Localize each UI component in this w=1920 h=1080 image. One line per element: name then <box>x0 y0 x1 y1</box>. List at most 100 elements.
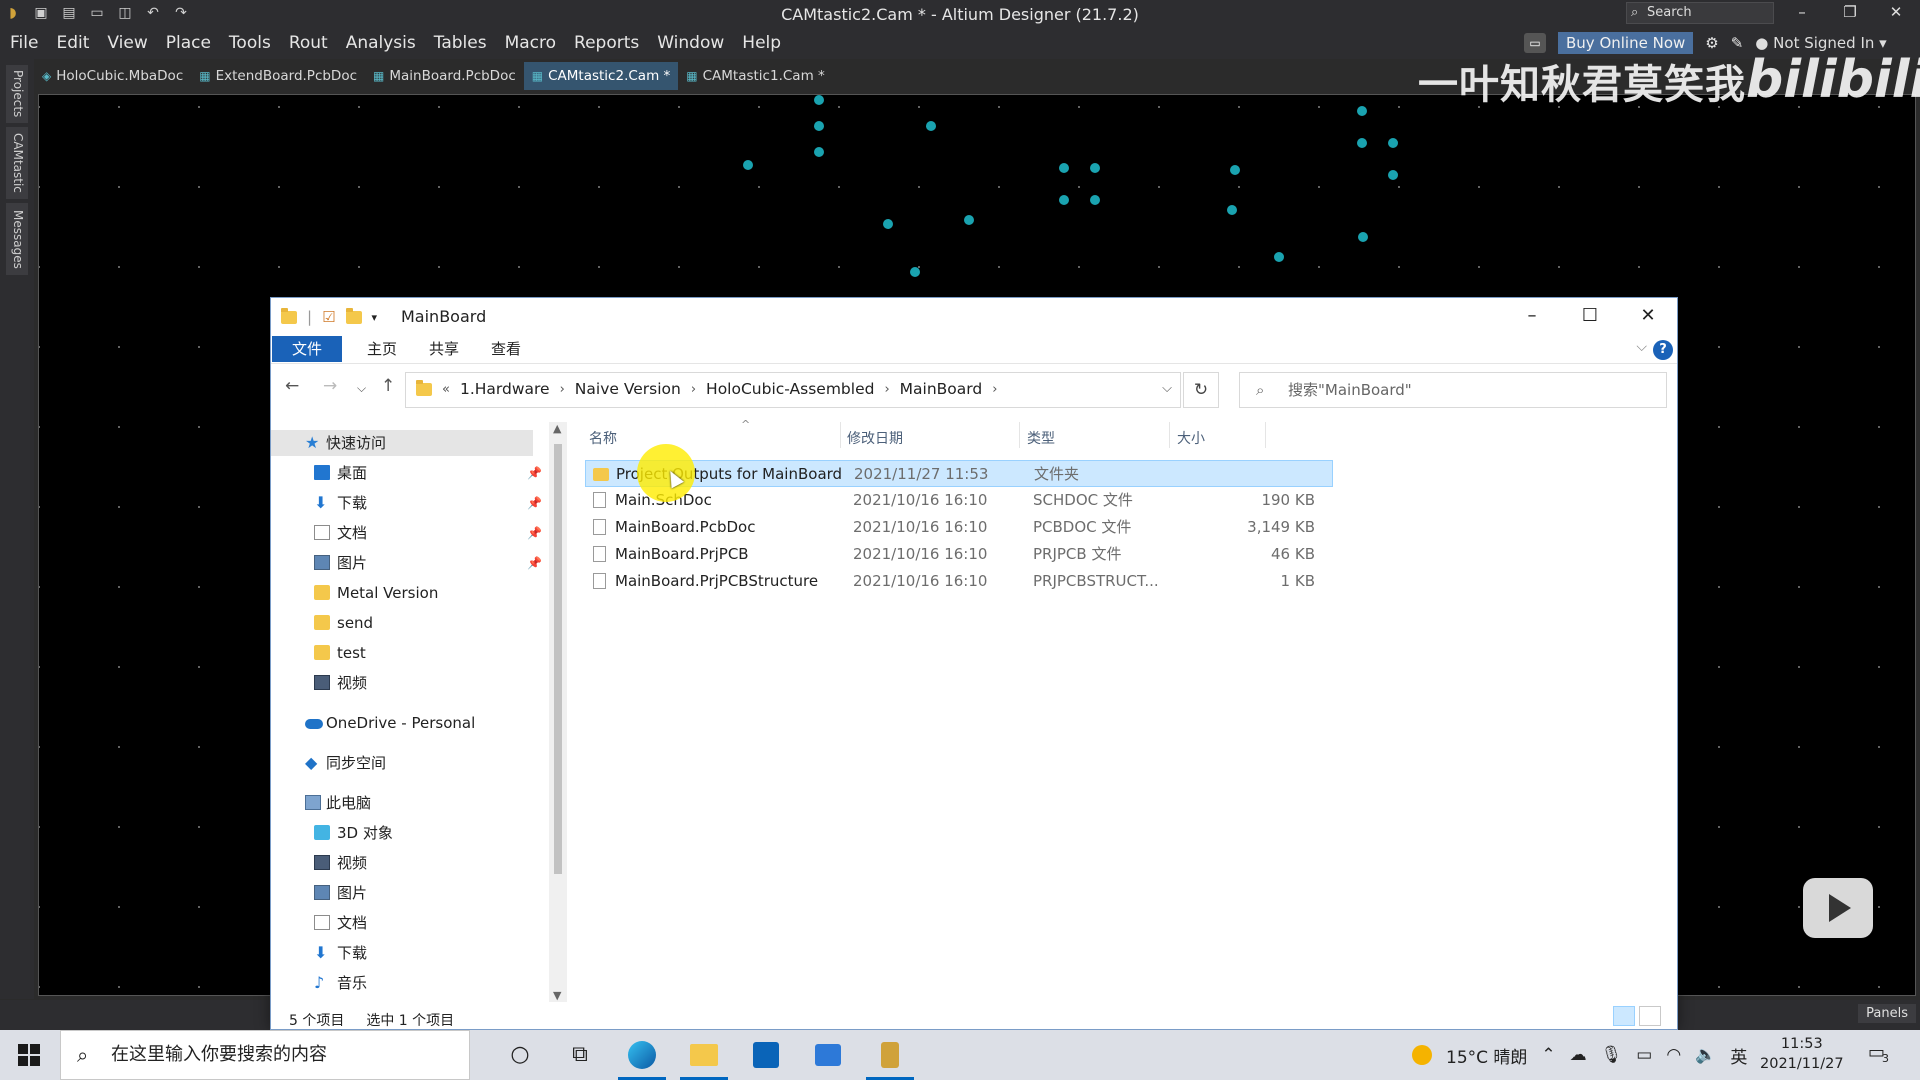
buy-online-button[interactable]: Buy Online Now <box>1558 32 1694 54</box>
folder-search-input[interactable]: ⌕ 搜索"MainBoard" <box>1239 372 1667 408</box>
nav-quick-access[interactable]: ★ 快速访问 <box>271 430 533 456</box>
explorer-minimize-button[interactable]: – <box>1503 298 1561 336</box>
column-size[interactable]: 大小 <box>1177 428 1205 448</box>
nav-pictures[interactable]: 图片 📌 <box>271 550 542 576</box>
edge-taskbar-button[interactable] <box>612 1030 672 1080</box>
file-row[interactable]: MainBoard.PrjPCB 2021/10/16 16:10 PRJPCB… <box>585 541 1333 568</box>
tab-holocubic-mbadoc[interactable]: ◈ HoloCubic.MbaDoc <box>34 62 191 90</box>
nav-pc-downloads[interactable]: ⬇ 下载 <box>271 940 533 966</box>
notification-center-icon[interactable]: ▭ 3 <box>1868 1042 1889 1065</box>
cortana-icon[interactable]: ○ <box>490 1030 550 1080</box>
menu-view[interactable]: View <box>107 33 147 53</box>
nav-3d-objects[interactable]: 3D 对象 <box>271 820 533 846</box>
details-view-icon[interactable] <box>1613 1006 1635 1026</box>
menu-tools[interactable]: Tools <box>229 33 271 53</box>
ime-indicator[interactable]: 英 <box>1730 1043 1747 1068</box>
task-view-icon[interactable]: ⧉ <box>550 1030 610 1080</box>
side-tab-camtastic[interactable]: CAMtastic <box>6 127 28 199</box>
pin-icon[interactable]: 📌 <box>527 490 542 516</box>
column-modified[interactable]: 修改日期 <box>847 428 903 448</box>
address-bar[interactable]: « 1.Hardware › Naive Version › HoloCubic… <box>405 372 1181 408</box>
refresh-button[interactable]: ↻ <box>1183 372 1219 408</box>
breadcrumb-naive-version[interactable]: Naive Version <box>575 380 681 398</box>
nav-metal-version[interactable]: Metal Version <box>271 580 533 606</box>
nav-pc-videos[interactable]: 视频 <box>271 850 533 876</box>
pin-icon[interactable]: 📌 <box>527 550 542 576</box>
column-name[interactable]: 名称 <box>589 428 617 448</box>
breadcrumb-hardware[interactable]: 1.Hardware <box>460 380 550 398</box>
nav-this-pc[interactable]: 此电脑 <box>271 790 533 816</box>
chevron-right-icon[interactable]: › <box>992 382 997 397</box>
column-type[interactable]: 类型 <box>1027 428 1055 448</box>
ribbon-tab-view[interactable]: 查看 <box>481 336 531 362</box>
ribbon-tab-share[interactable]: 共享 <box>419 336 469 362</box>
side-tab-projects[interactable]: Projects <box>6 65 28 123</box>
menu-tables[interactable]: Tables <box>434 33 487 53</box>
battery-icon[interactable]: ▭ <box>1636 1045 1652 1065</box>
menu-file[interactable]: File <box>10 33 38 53</box>
large-icons-view-icon[interactable] <box>1639 1006 1661 1026</box>
nav-onedrive[interactable]: OneDrive - Personal <box>271 710 533 736</box>
scrollbar-thumb[interactable] <box>554 444 562 874</box>
nav-documents[interactable]: 文档 📌 <box>271 520 542 546</box>
menu-help[interactable]: Help <box>742 33 781 53</box>
help-icon[interactable]: ? <box>1653 340 1673 360</box>
weather-text[interactable]: 15°C 晴朗 <box>1446 1043 1527 1068</box>
nav-test[interactable]: test <box>271 640 533 666</box>
chevron-down-icon[interactable]: ⌵ <box>1162 381 1172 396</box>
microphone-icon[interactable]: 🎙 <box>1601 1045 1623 1065</box>
navigation-pane[interactable]: ★ 快速访问 桌面 📌 ⬇ 下载 📌 文档 📌 图片 📌 Metal Versi… <box>271 422 549 1000</box>
pin-icon[interactable]: 📌 <box>527 520 542 546</box>
volume-icon[interactable]: 🔈 <box>1695 1045 1716 1065</box>
app-taskbar-button[interactable] <box>736 1030 796 1080</box>
notifications-icon[interactable]: ✎ <box>1731 34 1744 52</box>
recent-locations-icon[interactable]: ⌵ <box>357 381 366 396</box>
nav-sync-space[interactable]: ◆ 同步空间 <box>271 750 533 776</box>
global-search[interactable]: ⌕ Search <box>1626 2 1774 24</box>
explorer-maximize-button[interactable]: ☐ <box>1561 298 1619 336</box>
tab-extendboard-pcbdoc[interactable]: ▦ ExtendBoard.PcbDoc <box>191 62 365 90</box>
mail-taskbar-button[interactable] <box>798 1030 858 1080</box>
properties-icon[interactable]: ☑ <box>322 308 335 326</box>
tab-camtastic2-cam[interactable]: ▦ CAMtastic2.Cam * <box>523 62 679 90</box>
nav-scrollbar[interactable]: ▲ ▼ <box>549 422 567 1002</box>
taskbar-search-input[interactable]: ⌕ 在这里输入你要搜索的内容 <box>60 1030 470 1080</box>
tab-camtastic1-cam[interactable]: ▦ CAMtastic1.Cam * <box>678 62 833 90</box>
onedrive-cloud-icon[interactable]: ☁ <box>1570 1045 1587 1065</box>
explorer-close-button[interactable]: ✕ <box>1619 298 1677 336</box>
breadcrumb-holocubic-assembled[interactable]: HoloCubic-Assembled <box>706 380 874 398</box>
menu-analysis[interactable]: Analysis <box>346 33 416 53</box>
menu-macro[interactable]: Macro <box>505 33 556 53</box>
chevron-right-icon[interactable]: › <box>560 382 565 397</box>
minimize-button[interactable]: – <box>1782 3 1822 21</box>
chevron-up-icon[interactable]: ⌃ <box>1541 1045 1555 1065</box>
menu-place[interactable]: Place <box>166 33 211 53</box>
quick-access-dropdown-icon[interactable]: ▾ <box>372 311 378 324</box>
ribbon-tab-home[interactable]: 主页 <box>357 336 407 362</box>
file-row[interactable]: Project Outputs for MainBoard 2021/11/27… <box>585 460 1333 487</box>
back-icon[interactable]: ← <box>285 376 299 396</box>
nav-pc-music[interactable]: ♪ 音乐 <box>271 970 533 996</box>
expand-ribbon-icon[interactable]: ⌵ <box>1636 339 1647 355</box>
menu-window[interactable]: Window <box>657 33 724 53</box>
settings-icon[interactable]: ⚙ <box>1705 34 1718 52</box>
scroll-up-icon[interactable]: ▲ <box>553 422 561 435</box>
start-button[interactable] <box>18 1044 40 1066</box>
altium-taskbar-button[interactable] <box>860 1030 920 1080</box>
wifi-icon[interactable]: ◠ <box>1666 1045 1681 1065</box>
nav-videos[interactable]: 视频 <box>271 670 533 696</box>
file-row[interactable]: MainBoard.PrjPCBStructure 2021/10/16 16:… <box>585 568 1333 595</box>
chevron-right-icon[interactable]: › <box>691 382 696 397</box>
restore-button[interactable]: ❐ <box>1830 3 1870 21</box>
nav-send[interactable]: send <box>271 610 533 636</box>
nav-desktop[interactable]: 桌面 📌 <box>271 460 542 486</box>
file-row[interactable]: MainBoard.PcbDoc 2021/10/16 16:10 PCBDOC… <box>585 514 1333 541</box>
nav-pc-pictures[interactable]: 图片 <box>271 880 533 906</box>
nav-pc-documents[interactable]: 文档 <box>271 910 533 936</box>
chat-icon[interactable]: ▭ <box>1524 33 1546 53</box>
menu-reports[interactable]: Reports <box>574 33 639 53</box>
nav-downloads[interactable]: ⬇ 下载 📌 <box>271 490 542 516</box>
ribbon-tab-file[interactable]: 文件 <box>272 336 342 362</box>
menu-edit[interactable]: Edit <box>56 33 89 53</box>
side-tab-messages[interactable]: Messages <box>6 203 28 275</box>
